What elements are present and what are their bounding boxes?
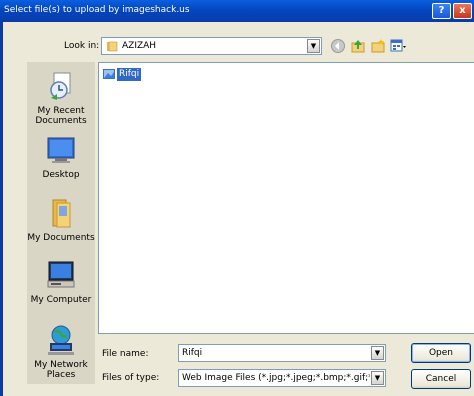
my-computer-icon (47, 261, 75, 288)
my-documents-icon (52, 199, 71, 228)
network-places-icon (48, 325, 74, 355)
open-button[interactable]: Open (411, 343, 471, 363)
desktop-icon (47, 137, 75, 163)
filetype-label: Files of type: (102, 373, 160, 383)
file-name: Rifqi (117, 68, 142, 81)
place-label-desktop: Desktop (42, 170, 80, 180)
file-list[interactable]: Rifqi (98, 62, 474, 334)
filename-field[interactable]: Rifqi ▼ (178, 344, 386, 362)
place-label-network: My Network Places (34, 360, 88, 380)
back-icon[interactable] (330, 38, 346, 54)
close-button[interactable]: x (453, 3, 472, 19)
lookin-value: AZIZAH (122, 41, 157, 51)
view-menu-icon[interactable] (390, 38, 406, 54)
image-file-icon (103, 69, 115, 79)
help-button[interactable]: ? (432, 3, 451, 19)
chevron-down-icon[interactable]: ▼ (371, 346, 384, 360)
cancel-button[interactable]: Cancel (411, 369, 471, 389)
lookin-dropdown[interactable]: AZIZAH ▼ (101, 37, 322, 55)
place-label-computer: My Computer (30, 295, 92, 305)
place-label-documents: My Documents (27, 233, 95, 243)
place-my-computer[interactable]: My Computer (27, 259, 95, 305)
filename-value: Rifqi (182, 348, 203, 358)
up-folder-icon[interactable] (350, 38, 366, 54)
filetype-dropdown[interactable]: Web Image Files (*.jpg;*.jpeg;*.bmp;*.gi… (178, 369, 386, 387)
place-desktop[interactable]: Desktop (27, 134, 95, 180)
place-my-documents[interactable]: My Documents (27, 197, 95, 243)
place-network-places[interactable]: My Network Places (27, 324, 95, 380)
window-border (0, 22, 3, 396)
place-recent-documents[interactable]: My Recent Documents (27, 70, 95, 126)
lookin-label: Look in: (64, 41, 100, 51)
window-title: Select file(s) to upload by imageshack.u… (4, 5, 190, 15)
folder-icon (107, 41, 118, 52)
chevron-down-icon[interactable]: ▼ (307, 39, 320, 53)
title-bar[interactable]: Select file(s) to upload by imageshack.u… (0, 0, 474, 22)
recent-documents-icon (50, 72, 71, 100)
new-folder-icon[interactable] (370, 38, 386, 54)
file-dialog: Select file(s) to upload by imageshack.u… (0, 0, 474, 396)
filename-label: File name: (102, 349, 149, 359)
place-label-recent: My Recent Documents (35, 106, 87, 126)
places-bar: My Recent Documents Desktop My Documents (27, 62, 95, 384)
filetype-value: Web Image Files (*.jpg;*.jpeg;*.bmp;*.gi… (182, 373, 370, 383)
chevron-down-icon[interactable]: ▼ (371, 371, 384, 385)
